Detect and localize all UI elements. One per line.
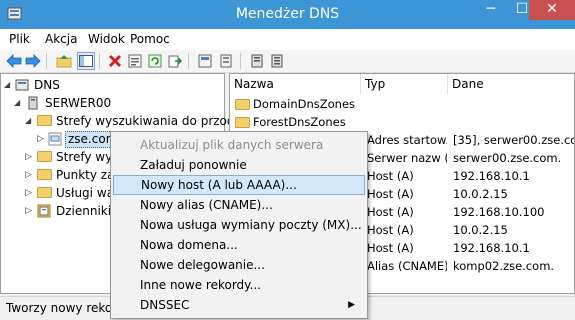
column-header-name[interactable]: Nazwa	[230, 74, 361, 94]
zone-icon	[48, 132, 62, 146]
tree-label-server: SERWER00	[45, 96, 112, 110]
properties-icon[interactable]	[126, 52, 144, 70]
list-cell-data: 192.168.10.1	[453, 169, 530, 183]
menu-item-reload[interactable]: Załaduj ponownie	[113, 155, 365, 175]
collapse-arrow-icon[interactable]: ◢	[14, 94, 20, 112]
server-icon[interactable]	[248, 52, 266, 70]
list-cell-type: Alias (CNAME)	[367, 259, 447, 273]
title-bar: Menedżer DNS ─ ☐ ✕	[0, 0, 575, 29]
menu-pomoc[interactable]: Pomoc	[130, 32, 170, 46]
menu-item-new-mail-exchanger[interactable]: Nowa usługa wymiany poczty (MX)...	[113, 215, 365, 235]
export-icon[interactable]	[166, 52, 184, 70]
toolbar-separator	[188, 53, 189, 69]
minimize-button[interactable]: ─	[476, 0, 506, 20]
folder-icon	[37, 115, 52, 126]
menu-widok[interactable]: Widok	[88, 32, 125, 46]
menu-item-new-host[interactable]: Nowy host (A lub AAAA)...	[113, 175, 365, 195]
menu-item-dnssec[interactable]: DNSSEC ▶	[113, 295, 365, 315]
console-tree-icon[interactable]	[77, 52, 95, 70]
menu-item-dnssec-label: DNSSEC	[140, 298, 190, 312]
tree-node-logs[interactable]: ▷ Dzienniki	[1, 202, 111, 220]
list-cell-type: Host (A)	[367, 241, 414, 255]
collapse-arrow-icon[interactable]: ◢	[4, 76, 10, 94]
refresh-icon[interactable]	[146, 52, 164, 70]
menu-item-new-domain[interactable]: Nowa domena...	[113, 235, 365, 255]
context-menu: Aktualizuj plik danych serwera Załaduj p…	[110, 131, 368, 319]
list-cell-type: Serwer nazw (...	[367, 151, 447, 165]
folder-icon	[235, 117, 250, 128]
help-icon[interactable]	[196, 52, 214, 70]
tree-label-forward-zones: Strefy wyszukiwania do przodu	[56, 114, 243, 128]
tree-label-dns: DNS	[34, 78, 60, 92]
toolbar	[0, 50, 575, 73]
tree-node-server[interactable]: ◢ SERWER00	[1, 94, 221, 112]
list-cell-data: serwer00.zse.com.	[453, 151, 562, 165]
list-row[interactable]: DomainDnsZones	[230, 95, 574, 113]
column-header-type[interactable]: Typ	[361, 74, 448, 94]
menu-akcja[interactable]: Akcja	[45, 32, 77, 46]
list-cell-data: 10.0.2.15	[453, 187, 508, 201]
toolbar-separator	[99, 53, 100, 69]
list-cell-type: Host (A)	[367, 169, 414, 183]
tree-node-trust-points[interactable]: ▷ Punkty za	[1, 166, 115, 184]
expand-arrow-icon[interactable]: ▷	[25, 202, 32, 220]
list-row[interactable]: ForestDnsZones	[230, 113, 574, 131]
back-arrow-icon[interactable]	[5, 52, 23, 70]
expand-arrow-icon[interactable]: ▷	[37, 130, 44, 148]
list-cell-data: [35], serwer00.zse.co	[453, 133, 575, 147]
menu-bar: Plik Akcja Widok Pomoc	[0, 29, 575, 50]
menu-item-update-server-data-file: Aktualizuj plik danych serwera	[140, 138, 324, 152]
folder-icon	[37, 169, 52, 180]
tree-node-forward-zones[interactable]: ◢ Strefy wyszukiwania do przodu	[1, 112, 242, 130]
tree-label-logs: Dzienniki	[56, 204, 112, 218]
menu-plik[interactable]: Plik	[9, 32, 30, 46]
up-folder-icon[interactable]	[55, 52, 73, 70]
folder-icon	[37, 187, 52, 198]
close-button[interactable]: ✕	[529, 0, 575, 20]
log-icon	[37, 204, 51, 218]
list-cell-name: ForestDnsZones	[253, 115, 346, 129]
folder-icon	[37, 151, 52, 162]
tree-node-reverse-zones[interactable]: ▷ Strefy wyszu	[1, 148, 132, 166]
filter-icon[interactable]	[217, 52, 235, 70]
collapse-arrow-icon[interactable]: ◢	[25, 112, 31, 130]
list-cell-type: Host (A)	[367, 205, 414, 219]
list-cell-name: DomainDnsZones	[253, 97, 356, 111]
tree-node-dns[interactable]: ◢ DNS	[1, 76, 221, 94]
delete-icon[interactable]	[106, 52, 124, 70]
list-cell-data: 10.0.2.15	[453, 223, 508, 237]
menu-item-other-new-records[interactable]: Inne nowe rekordy...	[113, 275, 365, 295]
server-node-icon	[28, 96, 38, 110]
list-cell-data: 192.168.10.100	[453, 205, 545, 219]
toolbar-separator	[46, 53, 47, 69]
list-cell-type: Host (A)	[367, 223, 414, 237]
expand-arrow-icon[interactable]: ▷	[25, 166, 32, 184]
menu-item-new-alias[interactable]: Nowy alias (CNAME)...	[113, 195, 365, 215]
column-header-data[interactable]: Dane	[448, 74, 574, 94]
forward-arrow-icon[interactable]	[24, 52, 42, 70]
toolbar-separator	[240, 53, 241, 69]
dns-icon	[15, 79, 29, 91]
list-cell-data: komp02.zse.com.	[453, 259, 555, 273]
tree-node-conditional[interactable]: ▷ Usługi wa	[1, 184, 114, 202]
menu-item-new-delegation[interactable]: Nowe delegowanie...	[113, 255, 365, 275]
tree-label-conditional: Usługi wa	[56, 186, 114, 200]
tree-node-zone[interactable]: ▷ zse.com	[1, 130, 121, 148]
expand-arrow-icon[interactable]: ▷	[25, 148, 32, 166]
folder-icon	[235, 99, 250, 110]
list-cell-type: Host (A)	[367, 187, 414, 201]
list-cell-data: 192.168.10.1	[453, 241, 530, 255]
tree-label-trust-points: Punkty za	[56, 168, 115, 182]
list-icon[interactable]	[268, 52, 286, 70]
expand-arrow-icon[interactable]: ▷	[25, 184, 32, 202]
submenu-arrow-icon: ▶	[348, 300, 355, 310]
list-cell-type: Adres startow...	[367, 133, 447, 147]
